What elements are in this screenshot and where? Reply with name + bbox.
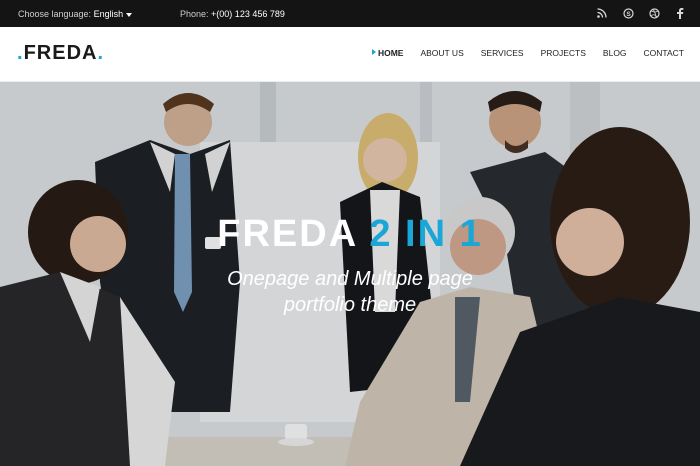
- svg-text:S: S: [626, 11, 631, 18]
- language-label: Choose language:: [18, 9, 92, 19]
- facebook-icon[interactable]: [674, 7, 686, 19]
- nav-item-blog[interactable]: BLOG: [603, 48, 627, 58]
- nav-item-services[interactable]: SERVICES: [481, 48, 524, 58]
- language-selector[interactable]: Choose language: English: [18, 9, 133, 19]
- social-links: S: [596, 7, 686, 19]
- hero-title: FREDA 2 IN 1: [0, 213, 700, 256]
- nav-item-home[interactable]: HOME: [372, 48, 403, 58]
- logo-text: FREDA: [23, 42, 98, 64]
- phone-number: +(00) 123 456 789: [211, 9, 285, 19]
- phone-label: Phone:: [180, 9, 209, 19]
- main-header: .FREDA. HOME ABOUT US SERVICES PROJECTS …: [0, 27, 700, 82]
- logo-dot-end: .: [97, 42, 105, 64]
- rss-icon[interactable]: [596, 7, 608, 19]
- nav-item-contact[interactable]: CONTACT: [644, 48, 684, 58]
- nav-item-projects[interactable]: PROJECTS: [541, 48, 586, 58]
- phone-info: Phone: +(00) 123 456 789: [180, 9, 285, 19]
- hero-title-accent: 2 IN 1: [369, 213, 483, 255]
- skype-icon[interactable]: S: [622, 7, 634, 19]
- caret-down-icon[interactable]: [126, 12, 133, 17]
- dribbble-icon[interactable]: [648, 7, 660, 19]
- top-bar: Choose language: English Phone: +(00) 12…: [0, 0, 700, 27]
- hero-banner: FREDA 2 IN 1 Onepage and Multiple page p…: [0, 82, 700, 466]
- hero-subtitle: Onepage and Multiple page portfolio them…: [0, 266, 700, 318]
- site-logo[interactable]: .FREDA.: [17, 42, 104, 65]
- language-value[interactable]: English: [94, 9, 124, 19]
- hero-subtitle-line-2: portfolio theme: [283, 294, 417, 316]
- hero-subtitle-line-1: Onepage and Multiple page: [227, 268, 473, 290]
- main-menu: HOME ABOUT US SERVICES PROJECTS BLOG CON…: [372, 48, 684, 58]
- hero-title-main: FREDA: [217, 213, 357, 255]
- nav-item-about-us[interactable]: ABOUT US: [420, 48, 463, 58]
